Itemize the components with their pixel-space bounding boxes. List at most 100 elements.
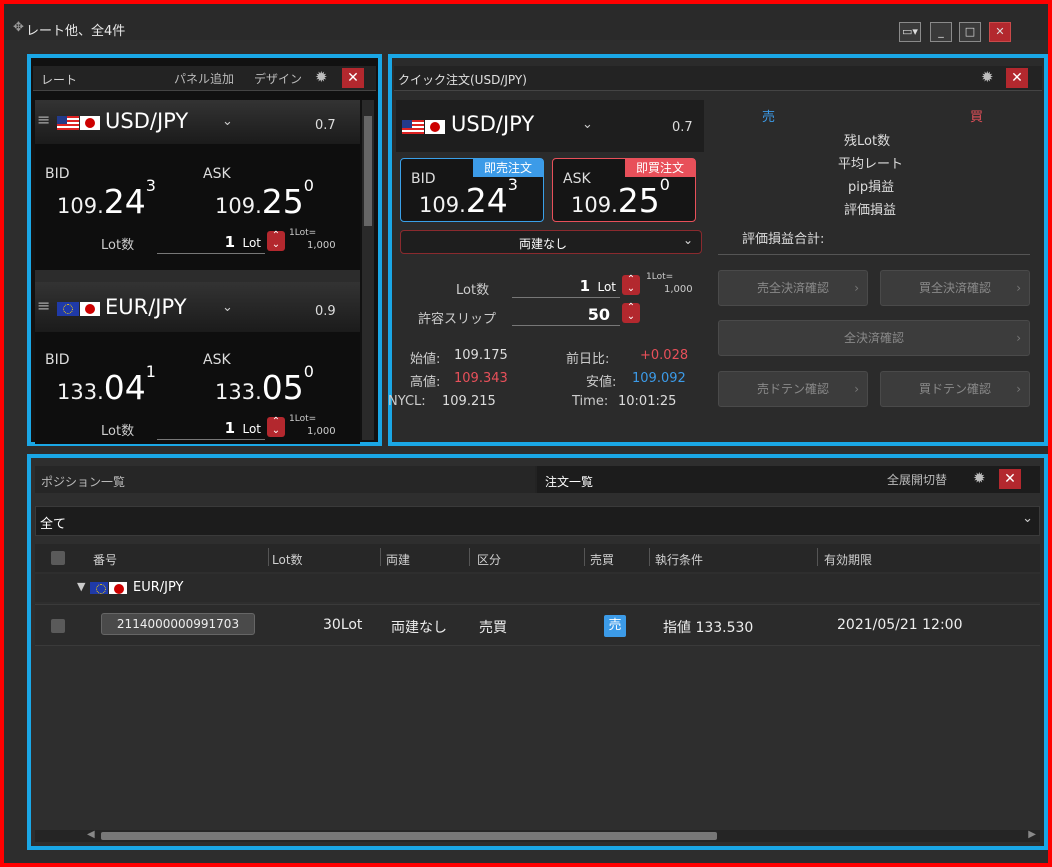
drag-handle-icon[interactable]: ≡	[37, 110, 50, 129]
total-pl-label: 評価損益合計:	[742, 232, 825, 247]
gear-icon[interactable]: ✹	[315, 68, 328, 86]
tab-positions[interactable]: ポジション一覧	[35, 466, 535, 493]
slip-input[interactable]: 50	[512, 304, 620, 326]
expand-triangle-icon[interactable]: ▼	[77, 580, 85, 593]
nycl-label: NYCL:	[388, 394, 426, 409]
divider	[35, 270, 360, 282]
lot-input[interactable]: 1 Lot	[512, 276, 620, 298]
prev-label: 前日比:	[566, 352, 610, 367]
avg-rate-label: 平均レート	[838, 157, 904, 172]
drag-handle-icon[interactable]: ≡	[37, 296, 50, 315]
pair-symbol[interactable]: EUR/JPY	[105, 295, 187, 319]
group-row[interactable]: ▼ EUR/JPY	[35, 574, 1040, 602]
design-link[interactable]: デザイン	[254, 70, 302, 87]
filter-select[interactable]: 全て ⌄	[35, 506, 1040, 536]
close-window-button[interactable]: ✕	[989, 22, 1011, 42]
col-expiry[interactable]: 有効期限	[824, 551, 872, 568]
row-lot: 30Lot	[323, 617, 363, 633]
move-icon[interactable]: ✥	[13, 20, 24, 35]
all-close-button[interactable]: 全決済確認 ›	[718, 320, 1030, 356]
lot-label: Lot数	[101, 424, 135, 439]
prev-value: +0.028	[640, 348, 689, 363]
bid-label: BID	[45, 352, 70, 368]
expand-toggle-link[interactable]: 全展開切替	[887, 471, 947, 488]
close-icon[interactable]: ✕	[999, 469, 1021, 489]
row-expiry: 2021/05/21 12:00	[837, 617, 963, 633]
lot-stepper[interactable]: ⌃ ⌄	[267, 417, 285, 437]
pip-pl-label: pip損益	[848, 180, 895, 195]
open-value: 109.175	[454, 348, 508, 363]
quick-order-header: クイック注文(USD/JPY) ✹ ✕	[394, 66, 1042, 91]
gear-icon[interactable]: ✹	[973, 469, 986, 487]
ask-label: ASK	[203, 166, 231, 182]
low-value: 109.092	[632, 371, 686, 386]
bid-sell-button[interactable]: 即売注文 BID 109.243	[400, 158, 544, 222]
chevron-down-icon: ⌄	[1022, 511, 1033, 526]
ask-buy-button[interactable]: 即買注文 ASK 109.250	[552, 158, 696, 222]
lot-note: 1Lot=	[289, 228, 317, 238]
group-label: EUR/JPY	[133, 580, 184, 595]
maximize-button[interactable]: □	[959, 22, 981, 42]
slip-stepper[interactable]: ⌃ ⌄	[622, 303, 640, 323]
scrollbar-thumb[interactable]	[364, 116, 372, 226]
row-kind: 売買	[479, 620, 507, 636]
slip-label: 許容スリップ	[418, 312, 497, 327]
select-all-checkbox[interactable]	[51, 551, 65, 565]
gear-icon[interactable]: ✹	[981, 68, 994, 86]
spread-value: 0.7	[315, 118, 336, 133]
col-lot[interactable]: Lot数	[272, 551, 303, 568]
buy-column-label: 買	[970, 110, 984, 125]
remaining-lot-label: 残Lot数	[844, 134, 891, 149]
row-hedge: 両建なし	[391, 620, 447, 636]
col-side[interactable]: 売買	[590, 551, 614, 568]
ask-price[interactable]: 133.050	[215, 362, 355, 407]
high-value: 109.343	[454, 371, 508, 386]
low-label: 安値:	[586, 375, 617, 390]
close-icon[interactable]: ✕	[342, 68, 364, 88]
sell-badge: 売	[604, 615, 626, 637]
pair-symbol[interactable]: USD/JPY	[105, 109, 188, 133]
minimize-button[interactable]: _	[930, 22, 952, 42]
ask-price[interactable]: 109.250	[215, 176, 355, 221]
col-number[interactable]: 番号	[93, 551, 117, 568]
col-kind[interactable]: 区分	[477, 551, 501, 568]
sell-all-close-button[interactable]: 売全決済確認 ›	[718, 270, 868, 306]
rate-panel-title: レート	[41, 73, 78, 87]
lot-input[interactable]: 1 Lot	[157, 418, 265, 440]
time-label: Time:	[572, 394, 609, 409]
chevron-down-icon[interactable]: ⌄	[222, 300, 233, 315]
lot-label: Lot数	[456, 283, 490, 298]
scrollbar-thumb[interactable]	[101, 832, 717, 840]
chevron-down-icon[interactable]: ⌄	[222, 114, 233, 129]
layout-menu-button[interactable]: ▭▾	[899, 22, 921, 42]
add-panel-link[interactable]: パネル追加	[174, 70, 234, 87]
table-row[interactable]: 2114000000991703 30Lot 両建なし 売買 売 指値 133.…	[35, 604, 1040, 646]
symbol-selector[interactable]: USD/JPY ⌄ 0.7	[396, 100, 704, 152]
lot-label: Lot数	[101, 238, 135, 253]
lot-input[interactable]: 1 Lot	[157, 232, 265, 254]
divider	[718, 254, 1030, 255]
lot-stepper[interactable]: ⌃ ⌄	[622, 275, 640, 295]
window-titlebar[interactable]: ✥ レート他、全4件 ▭▾ _ □ ✕	[4, 4, 1048, 42]
open-label: 始値:	[410, 352, 441, 367]
chevron-down-icon[interactable]: ⌄	[582, 117, 593, 132]
bid-price[interactable]: 109.243	[57, 176, 197, 221]
orders-panel: ポジション一覧 注文一覧 全展開切替 ✹ ✕ 全て ⌄ 番号 Lot数 両建 区…	[27, 454, 1048, 850]
sell-doten-button[interactable]: 売ドテン確認 ›	[718, 371, 868, 407]
buy-doten-button[interactable]: 買ドテン確認 ›	[880, 371, 1030, 407]
lot-stepper[interactable]: ⌃ ⌄	[267, 231, 285, 251]
rate-panel: レート パネル追加 デザイン ✹ ✕ ≡ USD/JPY ⌄ 0.7 BID A…	[27, 54, 382, 446]
hedge-select[interactable]: 両建なし ⌄	[400, 230, 702, 254]
bid-price[interactable]: 133.041	[57, 362, 197, 407]
high-label: 高値:	[410, 375, 441, 390]
scrollbar[interactable]	[362, 100, 374, 440]
col-condition[interactable]: 執行条件	[655, 551, 703, 568]
col-hedge[interactable]: 両建	[386, 551, 410, 568]
buy-all-close-button[interactable]: 買全決済確認 ›	[880, 270, 1030, 306]
quick-order-title: クイック注文(USD/JPY)	[398, 73, 527, 87]
order-id[interactable]: 2114000000991703	[101, 613, 255, 635]
close-icon[interactable]: ✕	[1006, 68, 1028, 88]
tab-orders[interactable]: 注文一覧	[537, 466, 1040, 493]
horizontal-scrollbar[interactable]: ◀ ▶	[35, 829, 1040, 842]
row-checkbox[interactable]	[51, 619, 65, 633]
